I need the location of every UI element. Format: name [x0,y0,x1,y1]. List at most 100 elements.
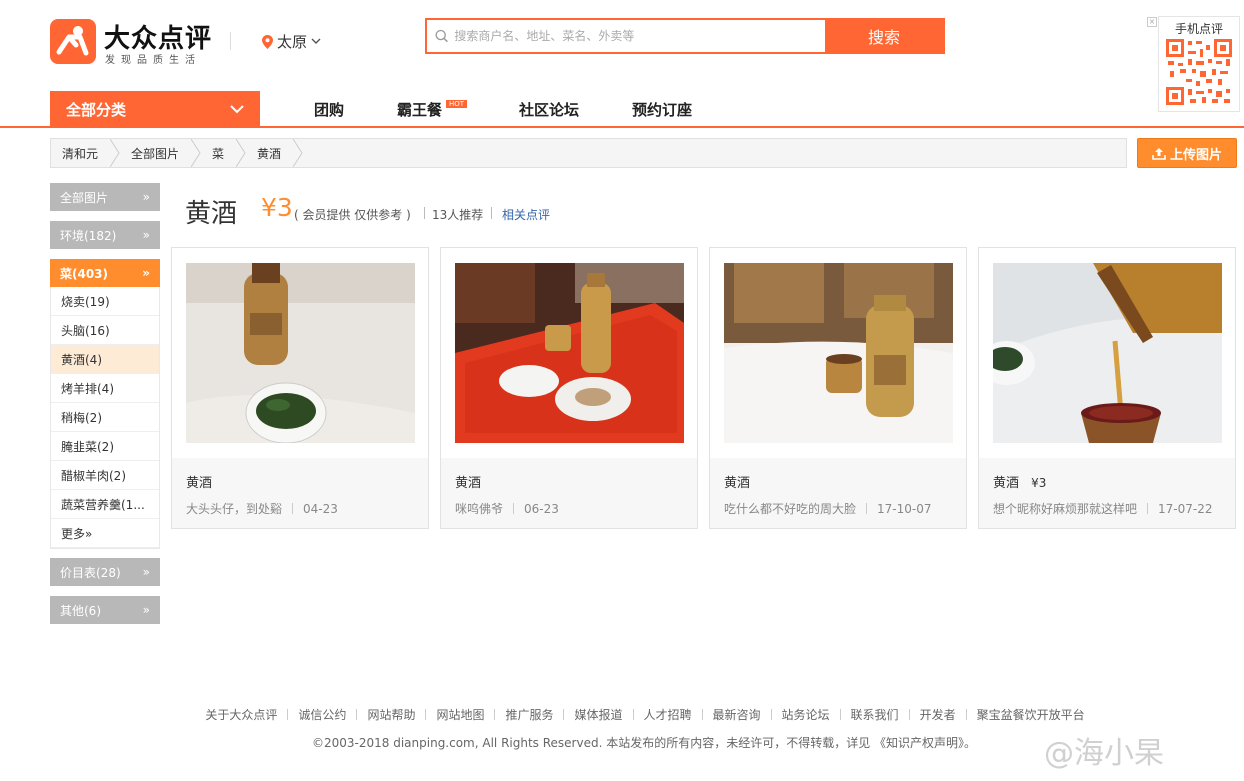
sidebar-more-link[interactable]: 更多» [51,519,159,548]
search-input-wrap [427,20,825,52]
sidebar-head-label: 环境(182) [60,228,117,243]
qr-title: 手机点评 [1174,22,1223,36]
photo-title[interactable]: 黄酒 [724,472,750,491]
breadcrumb-separator-icon [293,139,303,167]
breadcrumb-item-all-photos[interactable]: 全部图片 [120,139,191,167]
footer-link-media[interactable]: 媒体报道 [564,706,632,723]
double-arrow-icon: » [142,565,150,579]
double-arrow-icon: » [142,603,150,617]
price-note: ( 会员提供 仅供参考 ) [294,208,411,222]
chevron-down-icon [311,38,321,44]
sidebar-price-list[interactable]: 价目表(28) » [50,558,160,586]
breadcrumb-separator-icon [191,139,201,167]
footer-link-promotion[interactable]: 推广服务 [495,706,563,723]
related-reviews-link[interactable]: 相关点评 [502,206,550,223]
photo-title-text: 黄酒 [455,476,482,491]
photo-title-text: 黄酒 [186,476,213,491]
dish-price: ¥3 [261,193,293,222]
sidebar-head-label: 价目表(28) [60,565,121,580]
double-arrow-icon: » [142,266,150,280]
sidebar-item[interactable]: 头脑(16) [51,316,159,345]
sidebar-item[interactable]: 醋椒羊肉(2) [51,461,159,490]
footer-link-contact[interactable]: 联系我们 [841,706,909,723]
upload-icon [1152,147,1166,160]
footer-link-help[interactable]: 网站帮助 [357,706,425,723]
photo-user[interactable]: 咪呜佛爷 [455,500,503,517]
breadcrumb-item-dishes[interactable]: 菜 [201,139,236,167]
photo-user[interactable]: 吃什么都不好吃的周大脸 [724,500,856,517]
photo-price: ¥3 [1031,476,1047,490]
photo-image[interactable] [724,263,953,443]
hot-badge: HOT [446,100,468,108]
divider [292,503,294,514]
sidebar-environment[interactable]: 环境(182) » [50,221,160,249]
sidebar-item[interactable]: 腌韭菜(2) [51,432,159,461]
photo-frame [172,248,428,458]
sidebar-item-selected[interactable]: 黄酒(4) [51,345,159,374]
all-categories-label: 全部分类 [66,100,127,119]
photo-meta: 大头头仔，到处谿 04-23 [186,500,338,517]
sidebar-head-label: 全部图片 [60,190,109,205]
all-categories-menu[interactable]: 全部分类 [50,91,260,127]
footer-link-open-platform[interactable]: 聚宝盆餐饮开放平台 [967,706,1095,723]
sidebar-item[interactable]: 烤羊排(4) [51,374,159,403]
upload-label: 上传图片 [1169,147,1222,163]
nav-forum[interactable]: 社区论坛 [519,99,579,120]
nav-reservation[interactable]: 预约订座 [632,99,692,120]
city-selector[interactable]: 太原 [262,31,321,52]
photo-title[interactable]: 黄酒 ¥3 [993,472,1046,491]
sidebar-item[interactable]: 稍梅(2) [51,403,159,432]
footer-link-forum[interactable]: 站务论坛 [772,706,840,723]
photo-image[interactable] [186,263,415,443]
qr-code-icon [1166,39,1232,105]
photo-card[interactable]: 黄酒 大头头仔，到处谿 04-23 [171,247,429,529]
header-divider [230,32,231,50]
photo-card[interactable]: 黄酒 咪呜佛爷 06-23 [440,247,698,529]
watermark: @海小杲 [1044,736,1164,771]
photo-title[interactable]: 黄酒 [455,472,481,491]
breadcrumb: 清和元 全部图片 菜 黄酒 [50,138,1127,168]
photo-user[interactable]: 想个昵称好麻烦那就这样吧 [993,500,1137,517]
photo-image[interactable] [455,263,684,443]
footer-link-integrity[interactable]: 诚信公约 [288,706,356,723]
photo-image[interactable] [993,263,1222,443]
footer-link-sitemap[interactable]: 网站地图 [426,706,494,723]
close-icon[interactable]: × [1147,17,1157,27]
breadcrumb-item-restaurant[interactable]: 清和元 [51,139,110,167]
page-title: 黄酒 [185,199,238,229]
sidebar-all-photos[interactable]: 全部图片 » [50,183,160,211]
footer-link-developer[interactable]: 开发者 [910,706,966,723]
photo-card[interactable]: 黄酒 吃什么都不好吃的周大脸 17-10-07 [709,247,967,529]
sidebar-head-label: 菜(403) [60,266,109,281]
footer-link-about[interactable]: 关于大众点评 [195,706,287,723]
sidebar-item[interactable]: 烧卖(19) [51,287,159,316]
photo-card[interactable]: 黄酒 ¥3 想个昵称好麻烦那就这样吧 17-07-22 [978,247,1236,529]
copyright-text: ©2003-2018 dianping.com, All Rights Rese… [312,736,977,750]
nav-bawangcan[interactable]: 霸王餐 [397,99,442,120]
sidebar-head-label: 其他(6) [60,603,101,618]
nav-tuangou[interactable]: 团购 [314,99,344,120]
photo-title-text: 黄酒 [724,476,751,491]
logo-name[interactable]: 大众点评 [104,18,212,55]
sidebar-item[interactable]: 蔬菜营养羹(1... [51,490,159,519]
footer-link-news[interactable]: 最新咨询 [703,706,771,723]
footer-links: 关于大众点评 诚信公约 网站帮助 网站地图 推广服务 媒体报道 人才招聘 最新咨… [0,706,1244,723]
photo-date: 06-23 [524,501,559,516]
divider [866,503,868,514]
sidebar-other[interactable]: 其他(6) » [50,596,160,624]
breadcrumb-separator-icon [236,139,246,167]
logo-slogan: 发现品质生活 [105,55,201,66]
logo-icon[interactable] [50,19,96,64]
upload-photo-button[interactable]: 上传图片 [1137,138,1237,168]
photo-title-text: 黄酒 [993,476,1020,491]
divider [424,207,425,219]
photo-user[interactable]: 大头头仔，到处谿 [186,500,282,517]
divider [1147,503,1149,514]
sidebar-dishes[interactable]: 菜(403) » [50,259,160,287]
photo-frame [441,248,697,458]
search-input[interactable] [454,29,825,43]
city-label: 太原 [277,33,308,51]
search-button[interactable]: 搜索 [825,20,943,52]
footer-link-jobs[interactable]: 人才招聘 [634,706,702,723]
photo-title[interactable]: 黄酒 [186,472,212,491]
